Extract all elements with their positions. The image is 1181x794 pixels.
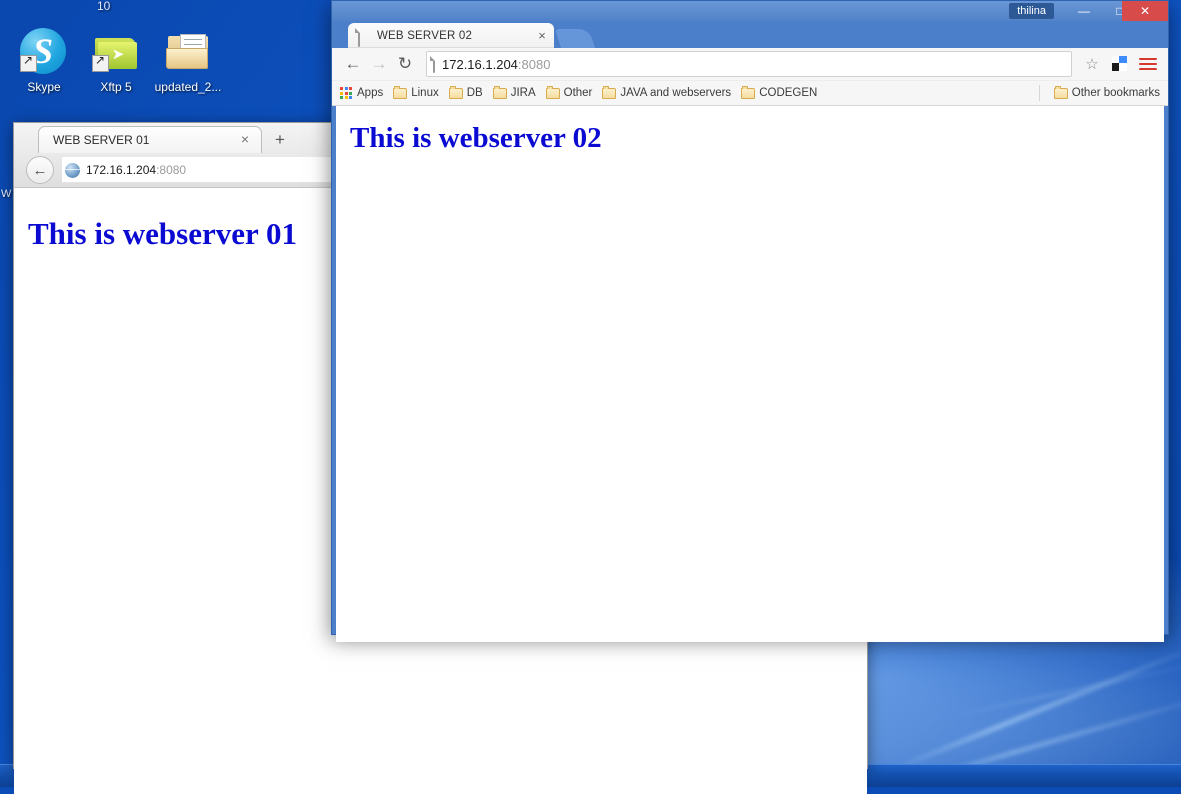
skype-icon: S [20,28,68,76]
folder-icon [448,85,463,99]
folder-icon [602,85,617,99]
folder-icon [1053,85,1068,99]
bookmark-label: Linux [411,87,439,99]
new-tab-button[interactable] [554,29,596,48]
tab-title: WEB SERVER 02 [377,29,473,42]
bookmark-db[interactable]: DB [448,85,483,99]
back-icon[interactable]: ← [340,51,366,77]
bookmark-label: JAVA and webservers [620,87,732,99]
bookmark-label: JIRA [510,87,536,99]
url-host: 172.16.1.204 [86,163,157,177]
desktop-icon-label: updated_2... [154,80,222,94]
page-icon [433,55,435,73]
desktop-icon-xftp5[interactable]: ➤ Xftp 5 [78,28,154,94]
folder-icon [741,85,756,99]
wallpaper-streak [871,648,1181,780]
bookmark-jira[interactable]: JIRA [492,85,536,99]
back-icon[interactable]: ← [26,156,54,184]
shortcut-overlay-icon [20,53,37,72]
bookmark-linux[interactable]: Linux [393,85,439,99]
bookmarks-divider [1039,85,1040,101]
profile-name-badge[interactable]: thilina [1009,3,1054,19]
bookmark-label: DB [466,87,483,99]
tab-title: WEB SERVER 01 [53,133,150,147]
forward-icon[interactable]: → [366,51,392,77]
bookmark-label: CODEGEN [759,87,818,99]
new-tab-button[interactable]: + [268,129,292,153]
firefox-tab-web-server-01[interactable]: WEB SERVER 01 × [38,126,262,153]
page-heading: This is webserver 02 [350,122,602,154]
shortcut-overlay-icon [92,53,109,72]
folder-icon [545,85,560,99]
desktop-icon-label: Xftp 5 [100,80,132,94]
bookmark-other-bookmarks[interactable]: Other bookmarks [1053,85,1160,99]
desktop-icon-label: Skype [27,80,61,94]
desktop-icon-updated-folder[interactable]: updated_2... [150,28,226,94]
desktop-partial-label-top: 10 [97,0,111,13]
chrome-tab-web-server-02[interactable]: WEB SERVER 02 × [348,23,554,48]
bookmark-star-icon[interactable]: ☆ [1080,52,1104,76]
globe-icon [65,162,80,178]
bookmark-label: Apps [357,87,384,99]
folder-icon [393,85,408,99]
bookmark-codegen[interactable]: CODEGEN [741,85,818,99]
minimize-icon[interactable]: — [1066,1,1102,21]
chrome-tab-strip[interactable]: WEB SERVER 02 × [332,21,1168,48]
bookmark-label: Other bookmarks [1071,87,1160,99]
bookmark-apps[interactable]: Apps [340,87,383,99]
close-icon[interactable]: × [237,132,253,148]
chrome-page-content: This is webserver 02 [336,106,1164,642]
reload-icon[interactable]: ↻ [392,51,418,77]
desktop-partial-label-edge: W [1,188,12,200]
chrome-window[interactable]: thilina — □ ✕ WEB SERVER 02 × ← → ↻ 172.… [331,0,1169,642]
wallpaper-streak [932,660,1181,722]
desktop-icon-skype[interactable]: S Skype [6,28,82,94]
bookmark-java-and-webservers[interactable]: JAVA and webservers [602,85,732,99]
bookmark-other[interactable]: Other [545,85,593,99]
folder-icon [492,85,507,99]
chrome-title-bar[interactable]: thilina — □ ✕ [332,1,1168,21]
menu-icon[interactable] [1136,52,1160,76]
chrome-toolbar: ← → ↻ 172.16.1.204 :8080 ☆ [332,48,1168,81]
url-port: :8080 [156,163,187,177]
close-icon[interactable]: × [534,28,550,44]
bookmarks-bar[interactable]: Apps Linux DB JIRA Other JAVA and webser… [332,81,1168,106]
extension-icon[interactable] [1108,53,1130,75]
page-icon [358,27,370,47]
open-folder-document-icon [164,28,212,76]
address-bar[interactable]: 172.16.1.204 :8080 [426,51,1072,77]
bookmark-label: Other [563,87,593,99]
close-icon[interactable]: ✕ [1122,1,1168,21]
xftp-folder-icon: ➤ [92,28,140,76]
url-port: :8080 [517,56,551,72]
apps-grid-icon [340,87,352,99]
url-host: 172.16.1.204 [442,56,518,72]
